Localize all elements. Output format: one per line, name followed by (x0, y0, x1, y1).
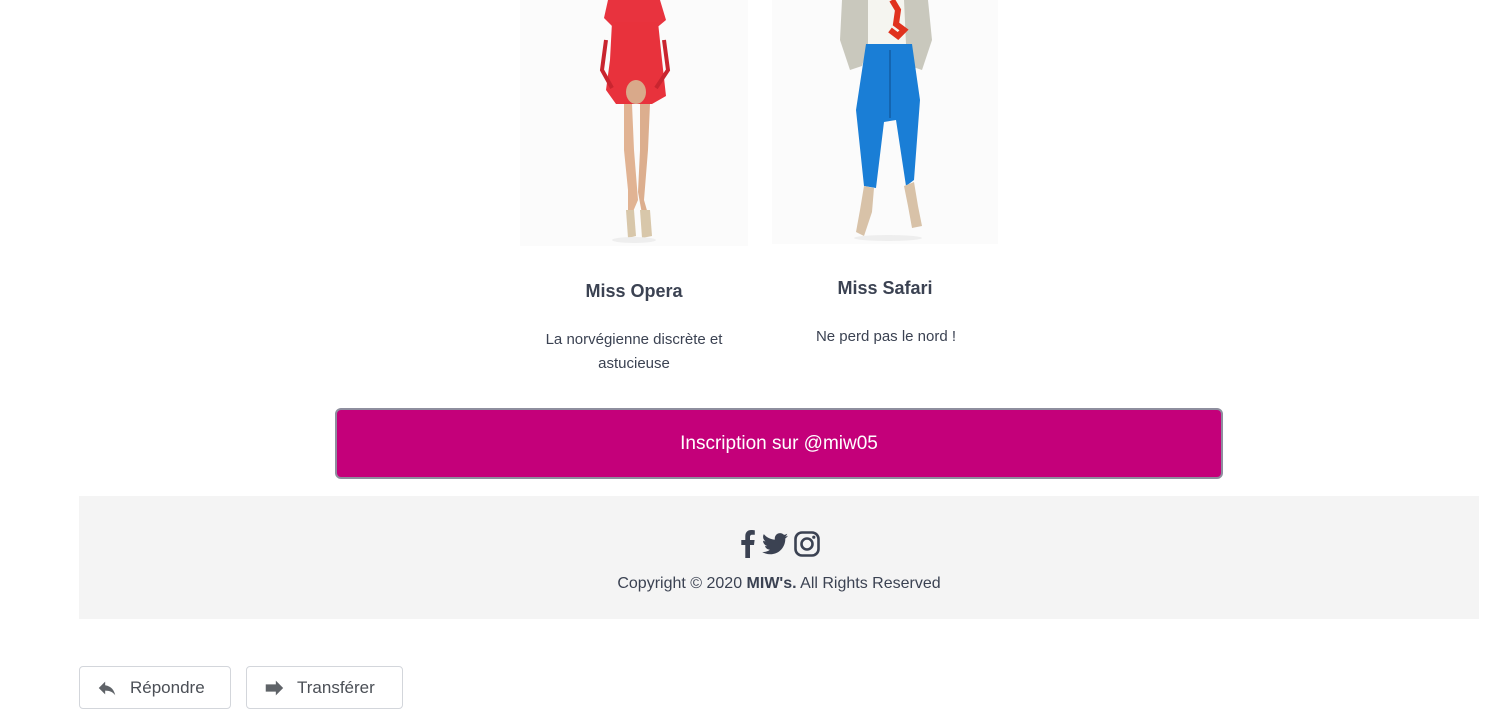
facebook-icon[interactable] (740, 529, 756, 563)
social-links (740, 529, 820, 563)
twitter-icon[interactable] (762, 532, 788, 560)
signup-cta-button[interactable]: Inscription sur @miw05 (335, 408, 1223, 479)
product-name-miss-opera: Miss Opera (585, 281, 683, 301)
signup-cta-label: Inscription sur @miw05 (680, 432, 878, 454)
copyright-suffix: All Rights Reserved (800, 575, 941, 592)
copyright-prefix: Copyright © 2020 (617, 575, 743, 592)
copyright-brand: MIW's. (746, 575, 797, 592)
model-blue-pants-image (772, 0, 998, 244)
forward-arrow-icon (263, 677, 285, 699)
reply-button[interactable]: Répondre (79, 666, 231, 709)
model-red-dress-image (520, 0, 748, 246)
product-image-miss-safari[interactable] (772, 0, 998, 244)
product-description-miss-safari: Ne perd pas le nord ! (815, 328, 957, 345)
instagram-icon[interactable] (794, 530, 820, 562)
reply-arrow-icon (96, 677, 118, 699)
copyright-text: Copyright © 2020 MIW's. All Rights Reser… (79, 575, 1479, 593)
product-image-miss-opera[interactable] (520, 0, 748, 246)
product-name-miss-safari: Miss Safari (837, 278, 933, 298)
forward-label: Transférer (297, 677, 375, 697)
forward-button[interactable]: Transférer (246, 666, 403, 709)
email-footer: Copyright © 2020 MIW's. All Rights Reser… (79, 496, 1479, 619)
email-body: Miss Opera Miss Safari La norvégienne di… (0, 0, 1499, 725)
product-description-miss-opera: La norvégienne discrète et astucieuse (545, 331, 723, 372)
reply-label: Répondre (130, 677, 205, 697)
